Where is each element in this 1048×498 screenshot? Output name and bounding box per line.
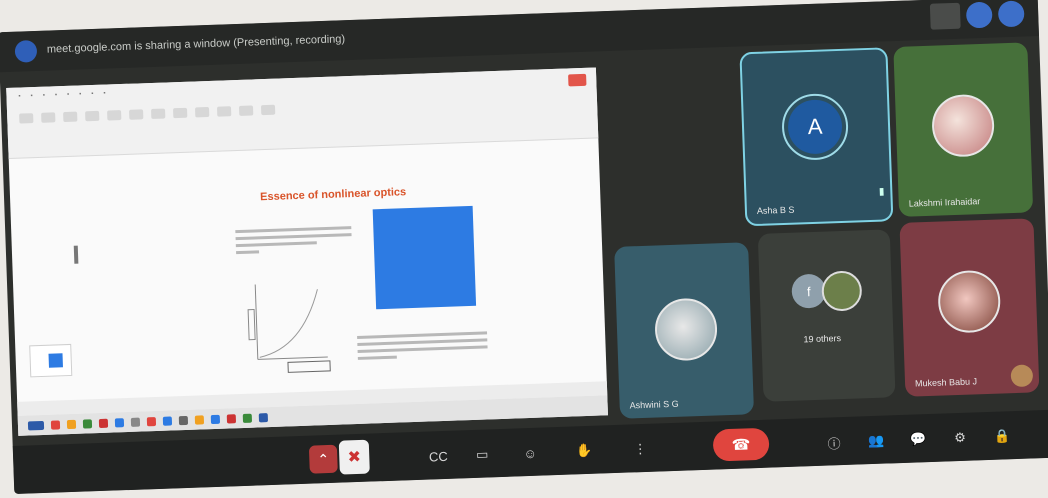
- slide-paragraph-top: [235, 222, 352, 258]
- chat-icon[interactable]: 💬: [907, 428, 930, 451]
- avatar: [653, 297, 719, 362]
- shared-screen: ▪ ▪ ▪ ▪ ▪ ▪ ▪ ▪ Essence of nonlinear optics: [6, 67, 608, 436]
- participant-name: Mukesh Babu J: [914, 376, 978, 389]
- avatar: [931, 93, 996, 158]
- participant-name: Asha B S: [756, 204, 795, 216]
- slide-graph: [247, 284, 331, 373]
- lock-icon[interactable]: 🔒: [991, 425, 1014, 448]
- avatar: [821, 270, 863, 312]
- participant-tile-ashwini[interactable]: Ashwini S G: [614, 242, 755, 419]
- ribbon-tools: [19, 104, 276, 124]
- slide-paragraph-bottom: [357, 327, 488, 364]
- window-minimize-button[interactable]: [965, 1, 993, 29]
- meeting-window: meet.google.com is sharing a window (Pre…: [0, 0, 1048, 495]
- raise-hand-button[interactable]: ✋: [573, 440, 596, 463]
- window-close-button[interactable]: [997, 0, 1025, 28]
- ribbon-tabs: ▪ ▪ ▪ ▪ ▪ ▪ ▪ ▪: [18, 90, 106, 100]
- captions-button[interactable]: CC: [427, 445, 450, 468]
- leave-call-button[interactable]: ☎: [712, 427, 770, 462]
- meet-logo-icon: [14, 39, 38, 63]
- slide-thumbnail[interactable]: [29, 343, 73, 378]
- window-menu-button[interactable]: [929, 2, 961, 30]
- ribbon-close-icon: [568, 73, 587, 87]
- window-controls: [929, 0, 1025, 30]
- emoji-button[interactable]: ☺: [519, 442, 542, 465]
- mic-off-button[interactable]: ✖: [338, 439, 370, 475]
- info-icon[interactable]: ⓘ: [823, 431, 846, 454]
- participant-tile-mukesh[interactable]: Mukesh Babu J: [899, 218, 1040, 397]
- window-title: meet.google.com is sharing a window (Pre…: [46, 33, 346, 56]
- activities-icon[interactable]: ⚙: [949, 427, 972, 450]
- slide-title: Essence of nonlinear optics: [259, 186, 407, 204]
- chevron-up-icon[interactable]: ⌃: [308, 444, 338, 474]
- self-view-thumbnail[interactable]: [1010, 364, 1034, 388]
- presentation-ribbon: ▪ ▪ ▪ ▪ ▪ ▪ ▪ ▪: [6, 67, 599, 160]
- participant-name: Lakshmi Irahaidar: [908, 196, 981, 209]
- avatar: [937, 269, 1002, 334]
- participant-tile-lakshmi[interactable]: Lakshmi Irahaidar: [893, 42, 1034, 217]
- participant-name: 19 others: [803, 333, 842, 345]
- participant-name: Ashwini S G: [629, 398, 679, 411]
- present-button[interactable]: ▭: [471, 443, 494, 466]
- more-options-button[interactable]: ⋮: [629, 438, 652, 461]
- slide-scrollbar[interactable]: [73, 245, 79, 264]
- participant-tile-others[interactable]: f 19 others: [757, 229, 896, 402]
- slide-blue-diagram: [372, 205, 477, 310]
- participant-tile-asha[interactable]: A ▮ Asha B S: [739, 47, 894, 227]
- audio-level-icon: ▮: [878, 186, 885, 198]
- people-icon[interactable]: 👥: [865, 430, 888, 453]
